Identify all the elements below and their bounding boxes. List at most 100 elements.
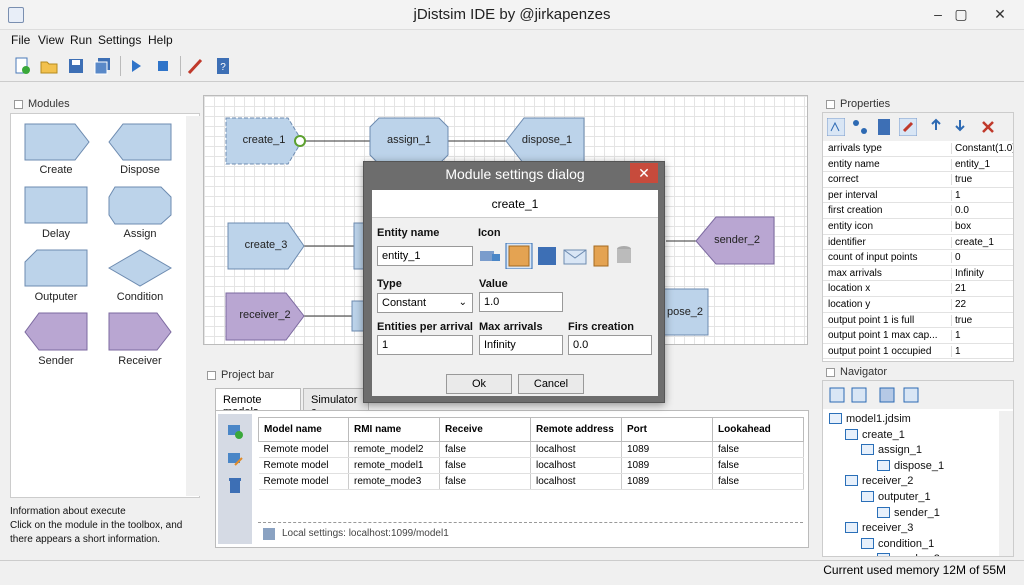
run-icon[interactable] — [126, 56, 146, 76]
module-label-delay[interactable]: Delay — [16, 228, 96, 240]
property-row[interactable]: first creation 0.0 — [823, 203, 1013, 219]
module-label-sender[interactable]: Sender — [16, 355, 96, 367]
first-creation-input[interactable] — [568, 335, 652, 355]
ok-button[interactable]: Ok — [446, 374, 512, 394]
property-row[interactable]: per interval 1 — [823, 188, 1013, 204]
col-remote-address[interactable]: Remote address — [530, 417, 622, 442]
hierarchy-icon[interactable] — [851, 118, 869, 136]
menu-settings[interactable]: Settings — [98, 33, 141, 47]
col-model-name[interactable]: Model name — [258, 417, 349, 442]
save-icon[interactable] — [66, 56, 86, 76]
open-folder-icon[interactable] — [39, 56, 59, 76]
node-label-sender-2[interactable]: sender_2 — [700, 234, 774, 246]
property-value[interactable]: 1 — [951, 345, 1013, 357]
property-row[interactable]: arrivals type Constant(1.0) — [823, 141, 1013, 157]
property-row[interactable]: location x 21 — [823, 281, 1013, 297]
tree-item[interactable]: sender_2 — [877, 553, 940, 556]
property-value[interactable]: Infinity — [951, 267, 1013, 279]
save-all-icon[interactable] — [93, 56, 113, 76]
tree-item[interactable]: outputer_1 — [861, 491, 931, 503]
property-value[interactable]: true — [951, 174, 1013, 186]
node-label-receiver-2[interactable]: receiver_2 — [226, 309, 304, 321]
module-label-create[interactable]: Create — [16, 164, 96, 176]
tree-item[interactable]: receiver_3 — [845, 522, 913, 534]
tree-view-icon[interactable] — [879, 387, 895, 403]
modules-scrollbar[interactable] — [186, 116, 200, 496]
dialog-close-icon[interactable]: ✕ — [630, 163, 658, 183]
table-row[interactable]: Remote model remote_mode3 false localhos… — [258, 473, 804, 490]
minimize-icon[interactable]: – — [928, 4, 948, 24]
property-row[interactable]: entity icon box — [823, 219, 1013, 235]
menu-file[interactable]: File — [11, 33, 30, 47]
cancel-button[interactable]: Cancel — [518, 374, 584, 394]
col-rmi-name[interactable]: RMI name — [348, 417, 440, 442]
property-row[interactable]: count of input points 0 — [823, 250, 1013, 266]
brush-icon[interactable] — [186, 56, 206, 76]
help-icon[interactable]: ? — [213, 56, 233, 76]
value-input[interactable] — [479, 292, 563, 312]
property-row[interactable]: entity name entity_1 — [823, 157, 1013, 173]
property-value[interactable]: entity_1 — [951, 158, 1013, 170]
import-icon[interactable] — [951, 118, 969, 136]
edit-remote-icon[interactable] — [226, 450, 244, 468]
entity-name-input[interactable] — [377, 246, 473, 266]
delete-remote-icon[interactable] — [226, 476, 244, 494]
export-icon[interactable] — [927, 118, 945, 136]
maximize-icon[interactable]: ▢ — [951, 4, 971, 24]
pin-icon[interactable] — [899, 118, 917, 136]
property-value[interactable]: 0 — [951, 252, 1013, 264]
col-receive[interactable]: Receive — [439, 417, 531, 442]
properties-toggle[interactable] — [826, 100, 835, 109]
expand-icon[interactable] — [829, 387, 845, 403]
tab-remote-models[interactable]: Remote models — [215, 388, 301, 418]
node-label-create-3[interactable]: create_3 — [228, 239, 304, 251]
menu-view[interactable]: View — [38, 33, 64, 47]
sort-category-icon[interactable] — [827, 118, 845, 136]
collapse-icon[interactable] — [851, 387, 867, 403]
table-row[interactable]: Remote model remote_model2 false localho… — [258, 441, 804, 458]
module-label-outputer[interactable]: Outputer — [16, 291, 96, 303]
property-value[interactable]: create_1 — [951, 236, 1013, 248]
property-value[interactable]: 21 — [951, 283, 1013, 295]
menu-help[interactable]: Help — [148, 33, 173, 47]
property-value[interactable]: 1 — [951, 189, 1013, 201]
property-value[interactable]: 22 — [951, 299, 1013, 310]
max-arrivals-input[interactable] — [479, 335, 563, 355]
tree-item[interactable]: create_1 — [845, 428, 905, 441]
table-row[interactable]: Remote model remote_model1 false localho… — [258, 457, 804, 474]
navigator-toggle[interactable] — [826, 368, 835, 377]
node-label-create-1[interactable]: create_1 — [226, 134, 302, 146]
property-value[interactable]: Constant(1.0) — [951, 143, 1013, 154]
node-label-pose-2[interactable]: pose_2 — [660, 306, 710, 318]
entities-per-arrival-input[interactable] — [377, 335, 473, 355]
node-label-assign-1[interactable]: assign_1 — [370, 134, 448, 146]
project-bar-toggle[interactable] — [207, 371, 216, 380]
tree-item[interactable]: model1.jdsim — [829, 413, 911, 425]
tree-item[interactable]: assign_1 — [861, 444, 922, 456]
tree-item[interactable]: condition_1 — [861, 537, 934, 550]
menu-run[interactable]: Run — [70, 33, 92, 47]
node-label-dispose-1[interactable]: dispose_1 — [510, 134, 584, 146]
add-remote-icon[interactable] — [226, 422, 244, 440]
modules-toggle[interactable] — [14, 100, 23, 109]
remove-icon[interactable] — [979, 118, 997, 136]
property-value[interactable]: 0.0 — [951, 205, 1013, 217]
canvas-vscrollbar[interactable] — [808, 95, 822, 345]
list-view-icon[interactable] — [903, 387, 919, 403]
property-row[interactable]: identifier create_1 — [823, 235, 1013, 251]
property-value[interactable]: 1 — [951, 330, 1013, 342]
col-lookahead[interactable]: Lookahead — [712, 417, 804, 442]
tab-simulator[interactable]: Simulator c — [303, 388, 369, 418]
property-row[interactable]: max arrivals Infinity — [823, 266, 1013, 282]
module-label-assign[interactable]: Assign — [100, 228, 180, 240]
property-row[interactable]: output point 1 max cap... 1 — [823, 328, 1013, 344]
tree-item[interactable]: receiver_2 — [845, 475, 913, 487]
stop-icon[interactable] — [153, 56, 173, 76]
property-row[interactable]: correct true — [823, 172, 1013, 188]
navigator-scrollbar[interactable] — [999, 411, 1013, 556]
tree-item[interactable]: dispose_1 — [877, 459, 944, 472]
module-label-dispose[interactable]: Dispose — [100, 164, 180, 176]
property-value[interactable]: box — [951, 221, 1013, 232]
close-icon[interactable]: ✕ — [990, 4, 1010, 24]
property-row[interactable]: output point 1 occupied 1 — [823, 344, 1013, 360]
